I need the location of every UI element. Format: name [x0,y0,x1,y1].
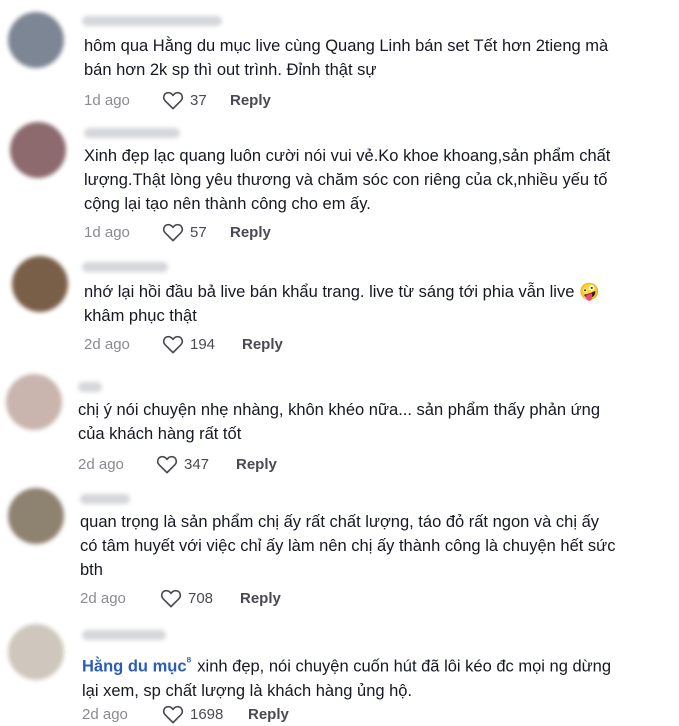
reply-button[interactable]: Reply [240,590,281,607]
like-count: 1698 [190,705,224,723]
like-count: 347 [184,455,210,473]
comment-date: 1d ago [84,223,130,241]
username-blurred[interactable] [82,16,222,26]
comment-meta: 1d ago 57 Reply [84,220,484,244]
like-count: 708 [188,589,214,607]
comment-text: quan trọng là sản phẩm chị ấy rất chất l… [80,513,616,579]
comment-text: Hằng du mụcᴽ xinh đẹp, nói chuyện cuốn hú… [82,656,612,700]
like-button[interactable]: 37 [162,90,207,110]
reply-button[interactable]: Reply [230,224,271,241]
username-blurred[interactable] [84,128,180,138]
heart-outline-icon [156,455,178,474]
comment-date: 1d ago [84,91,130,109]
avatar[interactable] [8,12,64,68]
avatar[interactable] [8,624,64,680]
comment-text: hôm qua Hằng du mục live cùng Quang Linh… [84,37,609,79]
comment-meta: 2d ago 708 Reply [80,586,480,610]
heart-outline-icon [160,589,182,608]
like-button[interactable]: 708 [160,588,213,608]
username-blurred[interactable] [82,630,166,640]
avatar[interactable] [10,122,66,178]
comment-date: 2d ago [82,705,128,723]
comment-date: 2d ago [80,589,126,607]
mention-link[interactable]: Hằng du mục [82,658,187,676]
username-blurred[interactable] [80,494,130,504]
like-count: 37 [190,91,207,109]
reply-button[interactable]: Reply [236,456,277,473]
avatar[interactable] [8,488,64,544]
comment-text: Xinh đẹp lạc quang luôn cười nói vui vẻ.… [84,147,611,213]
comment-meta: 1d ago 37 Reply [84,88,484,112]
comment-date: 2d ago [78,455,124,473]
comment-date: 2d ago [84,335,130,353]
heart-outline-icon [162,91,184,110]
like-button[interactable]: 194 [162,334,215,354]
comment-meta: 2d ago 1698 Reply [82,702,482,726]
heart-outline-icon [162,335,184,354]
like-button[interactable]: 57 [162,222,207,242]
comment-text: nhớ lại hồi đầu bả live bán khẩu trang. … [84,283,600,325]
reply-button[interactable]: Reply [242,336,283,353]
heart-outline-icon [162,223,184,242]
search-icon[interactable]: ᴽ [187,656,192,668]
reply-button[interactable]: Reply [230,92,271,109]
comment-meta: 2d ago 194 Reply [84,332,484,356]
heart-outline-icon [162,705,184,724]
avatar[interactable] [12,256,68,312]
like-button[interactable]: 1698 [162,704,223,724]
reply-button[interactable]: Reply [248,706,289,723]
like-button[interactable]: 347 [156,454,209,474]
avatar[interactable] [6,374,62,430]
comment-meta: 2d ago 347 Reply [78,452,478,476]
comment-text: chị ý nói chuyện nhẹ nhàng, khôn khéo nữ… [78,401,601,443]
like-count: 194 [190,335,216,353]
like-count: 57 [190,223,207,241]
username-blurred[interactable] [78,382,102,392]
username-blurred[interactable] [82,262,168,272]
